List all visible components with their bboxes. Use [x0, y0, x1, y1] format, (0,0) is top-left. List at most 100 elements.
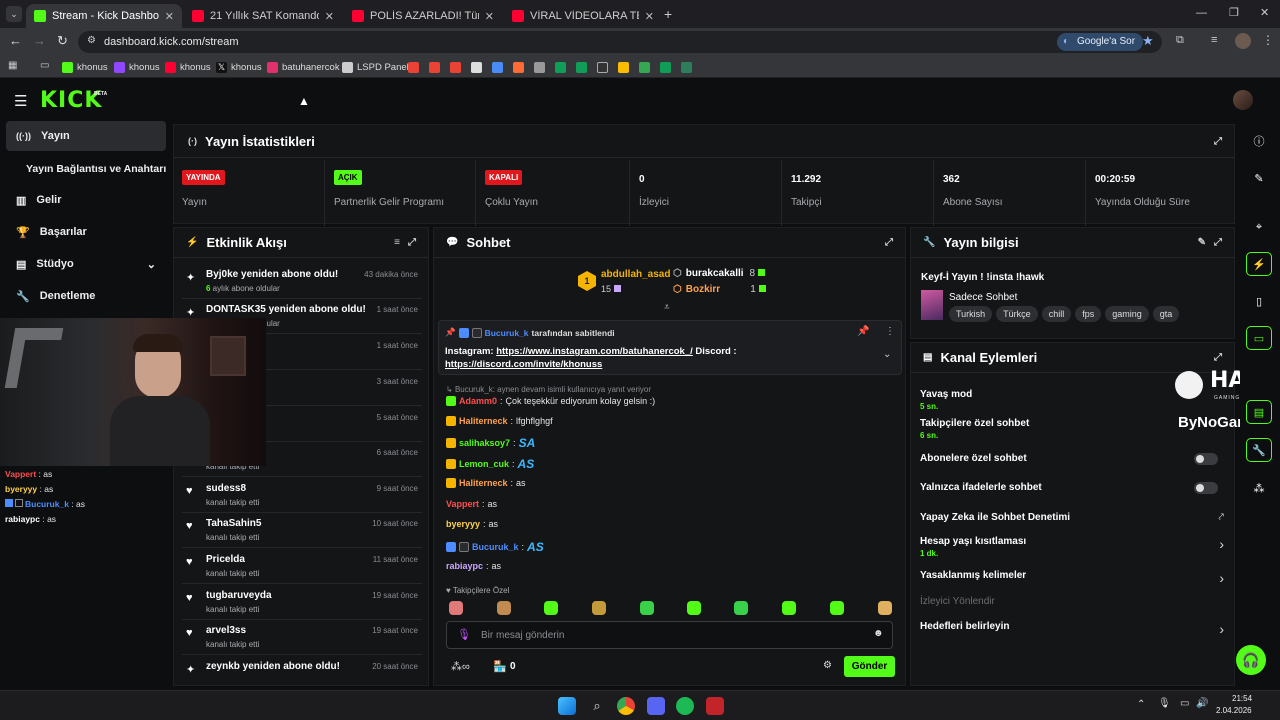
sidebar-item-studyo[interactable]: ▤ Stüdyo ⌄ — [6, 249, 166, 279]
chat-message-row[interactable]: Lemon_cuk: AS — [446, 457, 534, 471]
emote-icon[interactable] — [878, 601, 892, 615]
chrome-icon[interactable] — [617, 697, 635, 715]
activity-item[interactable]: ♥ tugbaruveyda kanalı takip etti 19 saat ön… — [182, 584, 422, 620]
sidebar-item-yayin[interactable]: ((·)) Yayın — [6, 121, 166, 151]
tray-mic-icon[interactable]: 🎙 — [1158, 698, 1171, 709]
channel-action-row[interactable]: Hesap yaşı kısıtlaması 1 dk. › — [920, 536, 1230, 558]
tab-youtube-2[interactable]: POLİS AZARLADI! Türkiye'de Ya ✕ — [344, 4, 502, 28]
chat-bubble-icon[interactable]: ▭ — [1246, 326, 1272, 350]
channel-action-row[interactable]: Yasaklanmış kelimeler › — [920, 570, 1230, 586]
emote-icon[interactable] — [734, 601, 748, 615]
tab-youtube-1[interactable]: 21 Yıllık SAT Komandosu İtiraflar ✕ — [184, 4, 342, 28]
chat-message-row[interactable]: Bucuruk_k: AS — [446, 540, 544, 554]
top-chatter-third[interactable]: ⬡ Bozkirr 1 — [673, 284, 766, 295]
hamburger-menu-icon[interactable]: ☰ — [14, 92, 27, 110]
sheets-icon[interactable] — [576, 62, 587, 73]
tray-volume-icon[interactable]: 🔊 — [1196, 698, 1208, 709]
edit-icon[interactable]: ✎ — [1246, 166, 1272, 190]
minimize-icon[interactable]: — — [1196, 7, 1207, 19]
bookmark-star-icon[interactable]: ★ — [1142, 33, 1154, 49]
channel-action-row[interactable]: Yalnızca ifadelerle sohbet — [920, 482, 1230, 494]
tab-kick-dashboard[interactable]: Stream - Kick Dashboard ✕ — [26, 4, 182, 28]
chat-input[interactable]: 🎙 Bir mesaj gönderin ☻ — [446, 621, 893, 649]
bookmark-x[interactable]: 𝕏khonus — [216, 59, 262, 75]
chat-username[interactable]: Haliterneck — [459, 478, 508, 488]
pinned-by-user[interactable]: Bucuruk_k — [485, 328, 529, 338]
send-button[interactable]: Gönder — [844, 656, 895, 677]
camera-icon[interactable]: ⌖ — [1246, 215, 1272, 239]
close-icon[interactable]: ✕ — [645, 10, 654, 23]
popout-icon[interactable]: ⤢ — [1214, 136, 1222, 147]
chat-message-row[interactable]: rabiaypc: as — [446, 561, 501, 571]
collapse-icon[interactable]: ⩡ — [664, 302, 670, 313]
channel-action-row[interactable]: Yapay Zeka ile Sohbet Denetimi ⤤ — [920, 512, 1230, 523]
chat-username[interactable]: byeryyy — [446, 519, 480, 529]
chevron-down-icon[interactable]: ⌄ — [883, 349, 891, 360]
category-name[interactable]: Sadece Sohbet — [949, 292, 1017, 303]
close-icon[interactable]: ✕ — [485, 10, 494, 23]
chevron-down-icon[interactable]: ⌄ — [147, 258, 156, 271]
document-icon[interactable]: ▯ — [1246, 289, 1272, 313]
chat-username[interactable]: Adamm0 — [459, 396, 497, 406]
google-ask-button[interactable]: ◐ Google'a Sor — [1057, 33, 1144, 51]
tray-chevron-icon[interactable]: ⌃ — [1137, 699, 1145, 710]
chat-username[interactable]: Vappert — [446, 499, 479, 509]
back-icon[interactable]: ← — [9, 33, 22, 48]
discord-icon[interactable] — [647, 697, 665, 715]
chevron-right-icon[interactable]: › — [1219, 621, 1224, 637]
search-icon[interactable]: ⌕ — [588, 697, 606, 715]
bookmark-icon[interactable] — [597, 62, 608, 73]
chat-username[interactable]: Lemon_cuk — [459, 459, 509, 469]
drive-icon[interactable] — [618, 62, 629, 73]
filter-icon[interactable]: ≡ — [394, 237, 400, 248]
chat-message-row[interactable]: Haliterneck: as — [446, 478, 526, 488]
activity-item[interactable]: ♥ Pricelda kanalı takip etti 11 saat önce — [182, 548, 422, 584]
support-button[interactable]: 🎧 — [1236, 645, 1266, 675]
browser-menu-icon[interactable]: ⋮ — [1262, 33, 1274, 47]
bookmark-twitch[interactable]: khonus — [114, 59, 160, 75]
top-chatter-second[interactable]: ⬡ burakcakalli 8 — [673, 268, 766, 279]
chat-username[interactable]: Haliterneck — [459, 416, 508, 426]
instagram-link[interactable]: https://www.instagram.com/batuhanercok_/ — [496, 346, 693, 357]
emote-icon[interactable] — [449, 601, 463, 615]
emote-icon[interactable] — [830, 601, 844, 615]
drive-icon[interactable] — [639, 62, 650, 73]
close-icon[interactable]: ✕ — [165, 10, 174, 23]
bookmark-icon[interactable] — [534, 62, 545, 73]
chat-username[interactable]: rabiaypc — [446, 561, 483, 571]
tag[interactable]: Türkçe — [996, 306, 1038, 322]
chat-message-row[interactable]: Adamm0: Çok teşekkür ediyorum kolay gelsi… — [446, 396, 655, 406]
channel-points-icon[interactable]: ⁂∞ — [451, 660, 470, 673]
gmail-icon[interactable] — [429, 62, 440, 73]
chat-message-row[interactable]: salihaksoy7: SA — [446, 436, 535, 450]
sidebar-item-gelir[interactable]: ▥ Gelir — [6, 185, 166, 215]
tag[interactable]: fps — [1075, 306, 1102, 322]
activity-item[interactable]: ♥ TahaSahin5 kanalı takip etti 10 saat önce — [182, 512, 422, 548]
emoji-icon[interactable]: ☻ — [873, 628, 884, 639]
emote-icon[interactable] — [592, 601, 606, 615]
gmail-icon[interactable] — [408, 62, 419, 73]
bookmark-lspd[interactable]: LSPD Panel — [342, 59, 409, 75]
tray-monitor-icon[interactable]: ▭ — [1180, 698, 1189, 709]
sheets-icon[interactable] — [555, 62, 566, 73]
clock-date[interactable]: 2.04.2026 — [1216, 706, 1252, 715]
activity-item[interactable]: ♥ arvel3ss kanalı takip etti 19 saat önce — [182, 619, 422, 655]
chat-username[interactable]: salihaksoy7 — [459, 438, 510, 448]
bookmark-icon[interactable] — [681, 62, 692, 73]
channel-action-row[interactable]: İzleyici Yönlendir — [920, 596, 1230, 607]
chat-settings-icon[interactable]: ⚙ — [823, 660, 832, 671]
folder-icon[interactable]: ▭ — [40, 60, 49, 71]
emote-icon[interactable] — [640, 601, 654, 615]
external-link-icon[interactable]: ⤤ — [1218, 512, 1224, 523]
site-info-icon[interactable]: ⚙ — [87, 35, 96, 46]
emote-icon[interactable] — [782, 601, 796, 615]
edit-icon[interactable]: ✎ — [1198, 237, 1206, 248]
reload-icon[interactable]: ↻ — [57, 33, 68, 49]
popout-icon[interactable]: ⤢ — [885, 237, 893, 248]
chat-message-row[interactable]: Haliterneck: lfghflghgf — [446, 416, 553, 426]
channel-action-row[interactable]: Abonelere özel sohbet — [920, 453, 1230, 465]
app-icon[interactable] — [706, 697, 724, 715]
user-avatar[interactable] — [1233, 90, 1253, 110]
media-icon[interactable]: ≡ — [1211, 34, 1217, 46]
chat-username[interactable]: Bucuruk_k — [472, 542, 519, 552]
